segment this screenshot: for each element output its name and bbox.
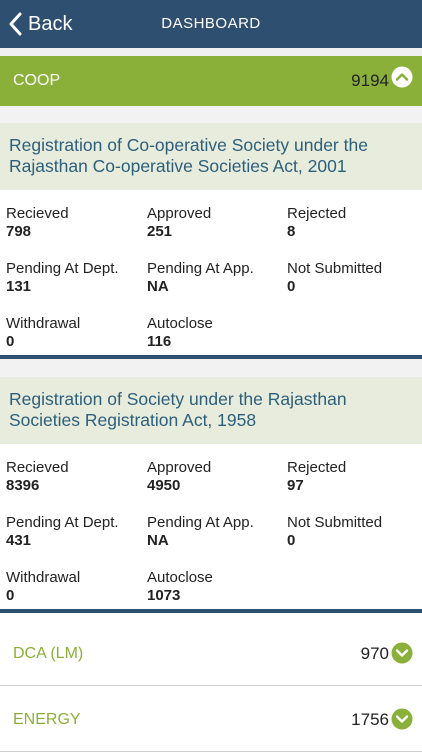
- stat-label: Approved: [147, 205, 212, 222]
- stat-received: Recieved 798: [6, 205, 69, 241]
- department-name: COOP: [13, 72, 61, 89]
- stat-label: Autoclose: [147, 569, 213, 586]
- stat-withdrawal: Withdrawal 0: [6, 315, 80, 351]
- stat-value: 1073: [147, 587, 181, 604]
- department-count: 9194: [351, 71, 389, 90]
- stat-approved: Approved 4950: [147, 459, 211, 495]
- stat-value: 8: [287, 223, 296, 240]
- stat-value: NA: [147, 278, 169, 295]
- stat-value: NA: [147, 532, 169, 549]
- stat-value: 0: [6, 333, 15, 350]
- stat-rejected: Rejected 97: [287, 459, 346, 495]
- stat-value: 0: [287, 278, 296, 295]
- stat-received: Recieved 8396: [6, 459, 69, 495]
- chevron-down-icon[interactable]: [391, 708, 413, 730]
- stat-not-submitted: Not Submitted 0: [287, 260, 382, 296]
- service-stats: Recieved 8396 Approved 4950 Rejected 97 Pen…: [0, 444, 422, 608]
- stat-not-submitted: Not Submitted 0: [287, 514, 382, 550]
- page-title: DASHBOARD: [161, 15, 261, 32]
- stat-pending-app: Pending At App. NA: [147, 514, 254, 550]
- stat-approved: Approved 251: [147, 205, 211, 241]
- stat-label: Autoclose: [147, 315, 213, 332]
- stat-value: 798: [6, 223, 32, 240]
- stat-label: Pending At App.: [147, 260, 254, 277]
- stat-label: Not Submitted: [287, 260, 383, 277]
- department-name: DCA (LM): [13, 645, 84, 662]
- stat-label: Approved: [147, 459, 212, 476]
- chevron-up-icon[interactable]: [391, 66, 413, 88]
- stat-label: Pending At Dept.: [6, 260, 119, 277]
- service-title: Registration of Co-operative Society und…: [0, 123, 422, 190]
- stat-value: 4950: [147, 477, 181, 494]
- department-row-dca-lm[interactable]: DCA (LM) 970: [0, 622, 422, 686]
- header-divider: [0, 48, 422, 56]
- department-name: ENERGY: [13, 711, 81, 728]
- stat-label: Rejected: [287, 205, 347, 222]
- stat-value: 0: [287, 532, 296, 549]
- section-gap: [0, 106, 422, 123]
- stat-value: 431: [6, 532, 32, 549]
- department-count: 970: [360, 644, 389, 663]
- stat-value: 131: [6, 278, 32, 295]
- department-count: 1756: [351, 710, 389, 729]
- app-header: Back DASHBOARD: [0, 0, 422, 48]
- stat-label: Pending At Dept.: [6, 514, 119, 531]
- stat-value: 97: [287, 477, 304, 494]
- stat-value: 0: [6, 587, 15, 604]
- department-row-energy[interactable]: ENERGY 1756: [0, 688, 422, 752]
- stat-label: Pending At App.: [147, 514, 254, 531]
- chevron-down-icon[interactable]: [391, 642, 413, 664]
- stat-label: Recieved: [6, 205, 69, 222]
- stat-label: Not Submitted: [287, 514, 383, 531]
- stat-label: Withdrawal: [6, 569, 81, 586]
- stat-label: Recieved: [6, 459, 69, 476]
- service-title: Registration of Society under the Rajast…: [0, 377, 422, 444]
- section-gap: [0, 359, 422, 377]
- stat-rejected: Rejected 8: [287, 205, 346, 241]
- department-row-coop[interactable]: COOP 9194: [0, 56, 422, 106]
- stat-pending-dept: Pending At Dept. 431: [6, 514, 119, 550]
- stat-value: 116: [147, 333, 172, 350]
- card-divider: [0, 609, 422, 613]
- stat-label: Withdrawal: [6, 315, 81, 332]
- stat-autoclose: Autoclose 1073: [147, 569, 213, 605]
- service-stats: Recieved 798 Approved 251 Rejected 8 Pendin…: [0, 190, 422, 354]
- stat-pending-dept: Pending At Dept. 131: [6, 260, 119, 296]
- stat-value: 8396: [6, 477, 40, 494]
- stat-autoclose: Autoclose 116: [147, 315, 213, 351]
- stat-pending-app: Pending At App. NA: [147, 260, 254, 296]
- stat-label: Rejected: [287, 459, 347, 476]
- stat-withdrawal: Withdrawal 0: [6, 569, 80, 605]
- stat-value: 251: [147, 223, 173, 240]
